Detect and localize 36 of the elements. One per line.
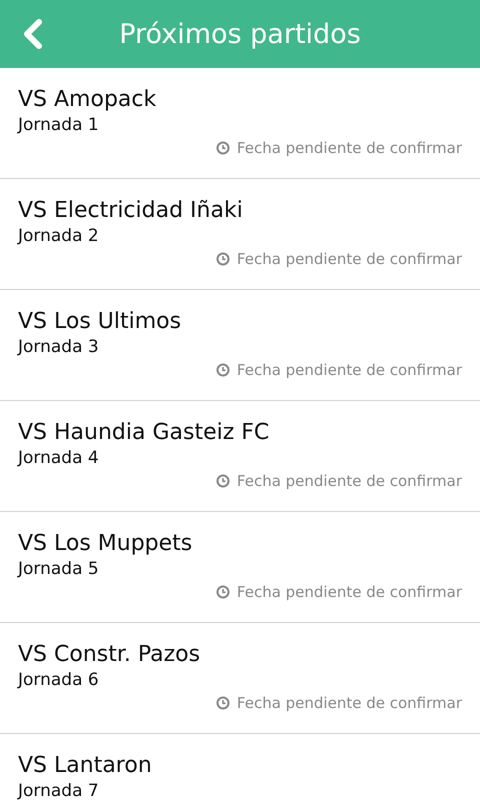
match-row[interactable]: VS Electricidad Iñaki Jornada 2 Fecha pendiente de confirmar — [0, 179, 480, 290]
match-title: VS Los Muppets — [18, 530, 192, 558]
back-chevron-icon — [22, 18, 44, 50]
round-label: Jornada 3 — [18, 336, 99, 358]
clock-icon — [216, 474, 230, 488]
clock-icon — [216, 585, 230, 599]
date-status: Fecha pendiente de confirmar — [236, 360, 462, 381]
round-label: Jornada 1 — [18, 114, 99, 136]
date-status: Fecha pendiente de confirmar — [236, 582, 462, 603]
back-button[interactable] — [22, 18, 44, 50]
match-title: VS Amopack — [18, 86, 156, 114]
clock-icon — [216, 141, 230, 155]
round-label: Jornada 5 — [18, 558, 99, 580]
match-row[interactable]: VS Haundia Gasteiz FC Jornada 4 Fecha pendiente de confirmar — [0, 401, 480, 512]
match-row[interactable]: VS Constr. Pazos Jornada 6 Fecha pendiente de confirmar — [0, 623, 480, 734]
match-title: VS Lantaron — [18, 752, 152, 780]
match-row[interactable]: VS Amopack Jornada 1 Fecha pendiente de confirmar — [0, 68, 480, 179]
clock-icon — [216, 363, 230, 377]
round-label: Jornada 4 — [18, 447, 99, 469]
date-status: Fecha pendiente de confirmar — [236, 138, 462, 159]
clock-icon — [216, 252, 230, 266]
match-title: VS Los Ultimos — [18, 308, 182, 336]
match-row[interactable]: VS Los Muppets Jornada 5 Fecha pendiente de confirmar — [0, 512, 480, 623]
round-label: Jornada 6 — [18, 669, 99, 691]
match-title: VS Constr. Pazos — [18, 641, 200, 669]
round-label: Jornada 7 — [18, 780, 99, 800]
clock-icon — [216, 696, 230, 710]
round-label: Jornada 2 — [18, 225, 99, 247]
match-row[interactable]: VS Los Ultimos Jornada 3 Fecha pendiente de confirmar — [0, 290, 480, 401]
date-status: Fecha pendiente de confirmar — [236, 471, 462, 492]
match-row[interactable]: VS Lantaron Jornada 7 — [0, 734, 480, 800]
page-title: Próximos partidos — [119, 18, 361, 50]
date-status: Fecha pendiente de confirmar — [236, 249, 462, 270]
match-title: VS Haundia Gasteiz FC — [18, 419, 270, 447]
match-title: VS Electricidad Iñaki — [18, 197, 243, 225]
date-status: Fecha pendiente de confirmar — [236, 693, 462, 714]
